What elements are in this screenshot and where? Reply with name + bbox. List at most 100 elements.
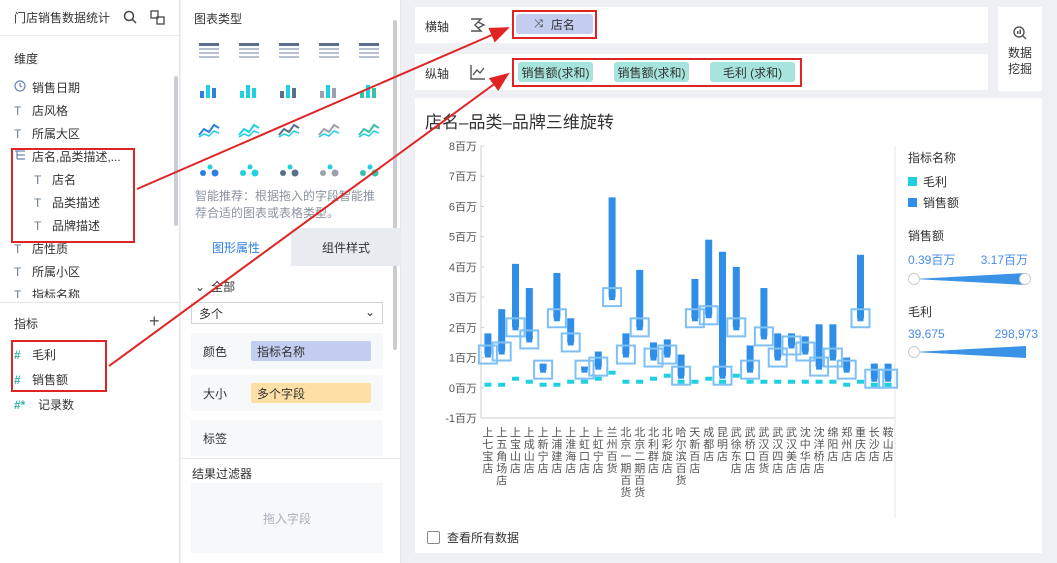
detail-table-icon[interactable] (278, 41, 300, 59)
x-tick-label: 华 (800, 449, 811, 463)
dimension-field[interactable]: T 所属小区 (14, 260, 174, 283)
x-tick-label: 店 (814, 461, 825, 475)
stacked-column-icon[interactable] (198, 121, 220, 139)
scatter-icon[interactable] (278, 161, 300, 179)
label-property[interactable]: 标签 (191, 420, 383, 456)
combo-chart-icon[interactable] (238, 161, 260, 179)
multi-line-icon[interactable] (318, 121, 340, 139)
kpi-number-icon[interactable] (318, 41, 340, 59)
x-tick-label: 鞍 (883, 425, 894, 439)
column-chart-icon[interactable] (358, 81, 380, 99)
x-tick-label: 明 (717, 438, 728, 451)
legend-item-sales[interactable]: 销售额 (908, 194, 1038, 211)
x-tick-label: 店 (800, 461, 811, 475)
text-type-icon: T (14, 287, 22, 299)
chevron-down-icon: ⌄ (364, 305, 375, 319)
profit-mark (843, 382, 851, 387)
scatter-bar-icon[interactable] (238, 121, 260, 139)
annotation-box-dimensions (11, 148, 135, 243)
checkbox-icon[interactable] (427, 531, 440, 544)
result-filter-dropzone[interactable]: 拖入字段 (191, 483, 383, 553)
color-property[interactable]: 颜色 指标名称 (191, 333, 383, 369)
dimension-field[interactable]: 销售日期 (14, 76, 174, 99)
x-tick-label: 场 (496, 461, 507, 475)
multi-bar-icon[interactable] (278, 81, 300, 99)
x-tick-label: 宝 (510, 437, 521, 451)
sales-marker (484, 351, 491, 358)
search-icon[interactable] (123, 10, 137, 27)
legend-item-profit[interactable]: 毛利 (908, 173, 1038, 190)
dimension-field-label: 店风格 (32, 104, 69, 118)
profit-mark (829, 379, 837, 384)
sales-marker (719, 372, 726, 379)
y-tick-label: 4百万 (449, 262, 477, 274)
x-tick-label: 北 (620, 426, 631, 439)
sales-marker (788, 342, 795, 349)
sales-bar (567, 318, 575, 343)
sales-marker (526, 336, 533, 343)
sales-marker (567, 339, 574, 346)
switch-dataset-icon[interactable] (150, 10, 165, 28)
color-field-pill[interactable]: 指标名称 (251, 341, 371, 361)
x-tick-label: 上 (565, 426, 576, 439)
y-axis-icon (469, 63, 487, 84)
number-type-icon: #* (14, 397, 26, 412)
chart-type-scrollbar[interactable] (393, 20, 397, 350)
x-tick-label: 徐 (731, 437, 742, 451)
x-tick-label: 山 (524, 450, 535, 463)
show-all-data-checkbox[interactable]: 查看所有数据 (427, 529, 519, 546)
radar-icon[interactable] (358, 121, 380, 139)
x-tick-label: 口 (745, 451, 756, 463)
x-tick-label: 沈 (800, 425, 811, 439)
x-tick-label: 沙 (869, 438, 880, 451)
profit-size-slider[interactable] (908, 342, 1032, 362)
pie-chart-icon[interactable] (358, 161, 380, 179)
sales-size-slider[interactable] (908, 269, 1032, 289)
tab-component-style[interactable]: 组件样式 (291, 228, 401, 266)
profit-mark (650, 376, 657, 381)
mark-type-select[interactable]: 多个 ⌄ (191, 302, 383, 324)
y-tick-label: 1百万 (449, 353, 477, 365)
size-property[interactable]: 大小 多个字段 (191, 375, 383, 411)
sales-marker (816, 363, 823, 370)
x-tick-label: 店 (538, 461, 549, 475)
table-icon[interactable] (198, 41, 220, 59)
dataset-title: 门店销售数据统计 (14, 11, 111, 25)
dataset-header: 门店销售数据统计 (0, 0, 179, 36)
text-icon[interactable] (358, 41, 380, 59)
stacked-bar-icon[interactable] (318, 81, 340, 99)
dimension-field[interactable]: T 店风格 (14, 99, 174, 122)
sales-marker (609, 294, 616, 301)
dimension-field[interactable]: T 所属大区 (14, 122, 174, 145)
line-chart-icon[interactable] (278, 121, 300, 139)
measure-field[interactable]: #* 记录数 (14, 392, 174, 417)
x-tick-label: 店 (579, 461, 590, 475)
profit-mark (553, 382, 561, 387)
bubble-icon[interactable] (318, 161, 340, 179)
sales-marker (540, 366, 547, 373)
data-mining-label-1: 数据 (1007, 46, 1032, 60)
x-axis-shelf[interactable]: 横轴 ⤨ 店名 (415, 7, 988, 43)
x-tick-label: 长 (869, 426, 880, 439)
add-measure-icon[interactable]: + (149, 311, 160, 332)
cross-table-icon[interactable] (238, 41, 260, 59)
sales-marker (595, 363, 602, 370)
sales-max: 3.17百万 (980, 253, 1028, 267)
heatmap-icon[interactable] (238, 81, 260, 99)
size-field-pill[interactable]: 多个字段 (251, 383, 371, 403)
x-tick-label: 店 (496, 473, 507, 487)
divider (181, 458, 401, 459)
area-chart-icon[interactable] (198, 161, 220, 179)
y-tick-label: 2百万 (449, 322, 477, 334)
dimension-field[interactable]: T 指标名称 (14, 283, 174, 299)
kpi-card-icon[interactable] (198, 81, 220, 99)
tab-graph-properties[interactable]: 图形属性 (181, 228, 291, 266)
x-tick-label: 宝 (482, 449, 493, 463)
data-mining-button[interactable]: 数据 挖掘 (998, 7, 1042, 91)
all-toggle[interactable]: ⌄ 全部 (195, 278, 235, 295)
dimension-scrollbar[interactable] (174, 76, 178, 226)
profit-mark (677, 379, 685, 384)
sales-marker (802, 348, 809, 355)
x-tick-label: 京 (634, 437, 645, 451)
x-tick-label: 宁 (538, 449, 549, 463)
